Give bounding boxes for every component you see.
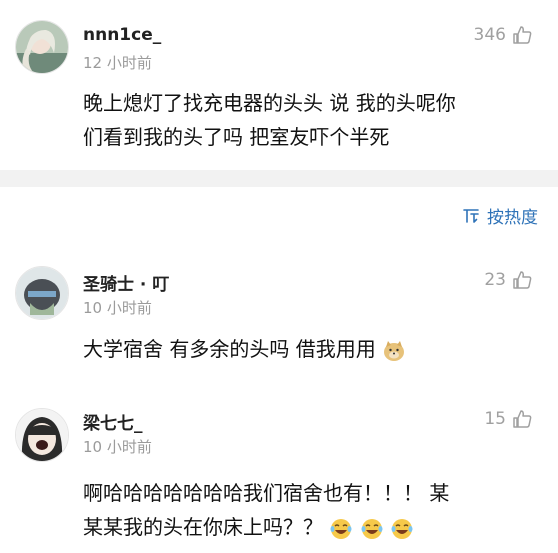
like-button[interactable]: 15 [484, 409, 532, 429]
comment-text-line: 晚上熄灯了找充电器的头头 说 我的头呢你 [83, 91, 456, 115]
sort-button[interactable]: 按热度 [461, 203, 538, 228]
avatar[interactable] [15, 408, 69, 462]
like-count: 15 [484, 409, 506, 429]
sort-icon [463, 208, 479, 223]
comment-text-line: 啊哈哈哈哈哈哈哈我们宿舍也有！！！ 某 [83, 481, 450, 505]
like-button[interactable]: 23 [484, 270, 532, 290]
comment-text-line-2: 某某我的头在你床上吗？？ [83, 510, 449, 544]
comment-text-line: 们看到我的头了吗 把室友吓个半死 [83, 125, 390, 149]
like-count: 23 [484, 270, 506, 290]
laughing-crying-emoji-icon [391, 518, 413, 539]
username[interactable]: 圣骑士 · 叮 [83, 270, 169, 295]
timestamp: 12 小时前 [83, 54, 152, 72]
like-count: 346 [473, 25, 506, 45]
sort-label: 按热度 [487, 208, 538, 228]
username[interactable]: nnn1ce_ [83, 25, 161, 45]
thumbs-up-icon [513, 410, 532, 428]
laughing-crying-emoji-icon [361, 518, 383, 539]
comment-text: 啊哈哈哈哈哈哈哈我们宿舍也有！！！ 某 某某我的头在你床上吗？？ [83, 476, 449, 544]
thumbs-up-icon [513, 271, 532, 289]
like-button[interactable]: 346 [474, 25, 532, 45]
comment-text-line: 大学宿舍 有多余的头吗 借我用用 [83, 337, 376, 361]
comment-text: 大学宿舍 有多余的头吗 借我用用 [83, 332, 406, 366]
section-divider [0, 170, 558, 187]
username[interactable]: 梁七七_ [83, 409, 143, 434]
laughing-crying-emoji-icon [330, 518, 352, 539]
doge-emoji-icon [384, 340, 405, 361]
thumbs-up-icon [513, 26, 532, 44]
comment-text: 晚上熄灯了找充电器的头头 说 我的头呢你 们看到我的头了吗 把室友吓个半死 [83, 86, 456, 154]
timestamp: 10 小时前 [83, 438, 152, 456]
avatar[interactable] [15, 20, 69, 74]
comment-text-line: 某某我的头在你床上吗？？ [83, 515, 323, 539]
avatar[interactable] [15, 266, 69, 320]
timestamp: 10 小时前 [83, 299, 152, 317]
